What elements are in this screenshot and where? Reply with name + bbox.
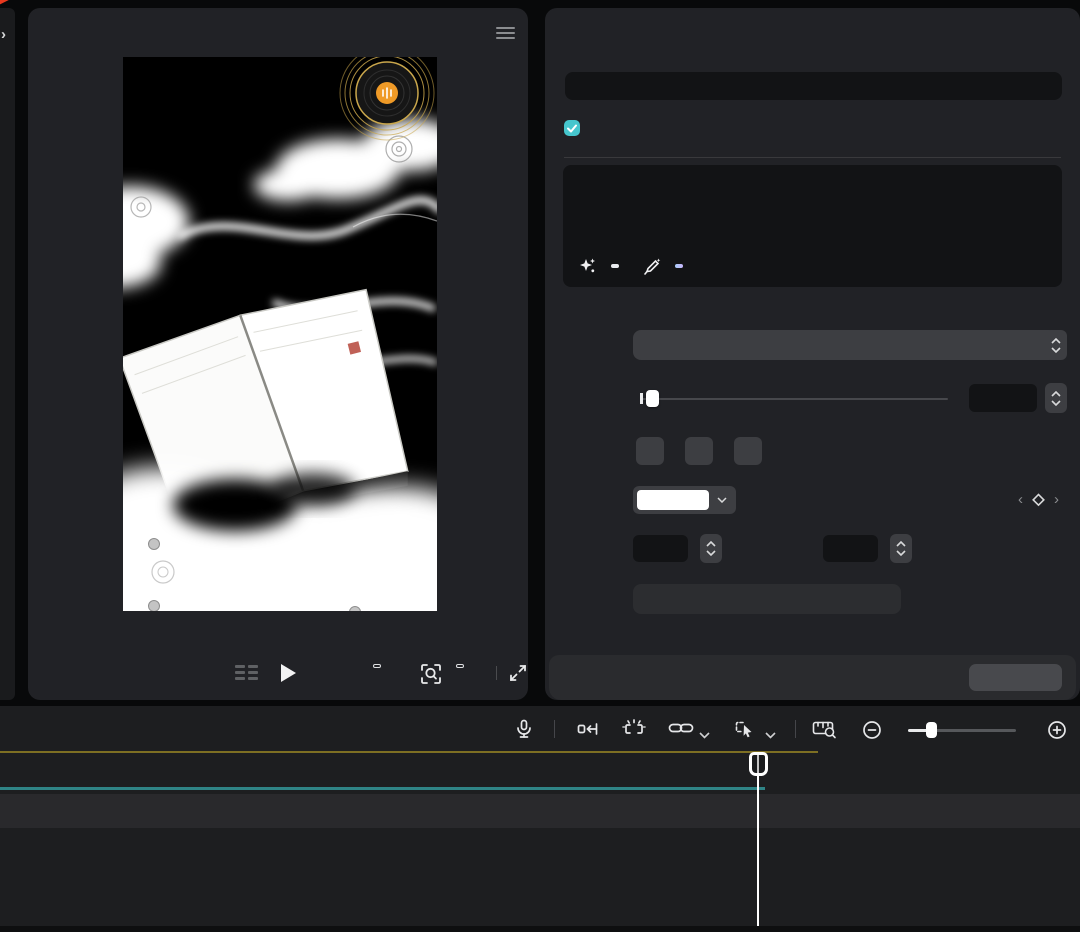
timeline-toolbar [0,706,1080,752]
line-spacing-stepper[interactable] [890,534,912,563]
zoom-in-icon[interactable] [1046,719,1068,741]
font-size-slider-track[interactable] [640,398,948,400]
pen-icon [643,257,661,275]
ink-wash-bottom [123,467,437,611]
timeline-panel [0,706,1080,932]
divider [496,666,497,680]
textbox-handle[interactable] [349,606,361,611]
sparkle-icon [579,257,597,275]
free-badge [611,264,619,268]
panel-footer [549,655,1076,700]
fullscreen-icon[interactable] [507,662,529,684]
player-panel [28,8,528,700]
font-size-stepper[interactable] [1045,383,1067,413]
link-icon[interactable] [668,721,694,735]
sub-tabs [565,72,1062,100]
player-controls [28,657,528,691]
color-swatch-white [637,490,709,510]
text-settings-panel: ‹ › [545,8,1080,700]
font-size-slider-handle[interactable] [646,390,659,407]
keyframe-diamond-icon[interactable] [1031,492,1046,507]
underline-button[interactable] [685,437,713,465]
microphone-icon[interactable] [514,719,534,739]
ratio-button[interactable] [456,664,464,668]
text-track[interactable] [0,794,1080,828]
app-root: › [0,0,1080,932]
frames-grid-icon[interactable] [234,664,260,682]
font-family-stepper[interactable] [1045,330,1067,360]
auto-gap-icon[interactable] [622,718,646,740]
alignment-group [633,584,901,614]
save-preset-button[interactable] [969,664,1062,691]
textbox-handle[interactable] [148,538,160,550]
prev-keyframe-icon[interactable]: ‹ [1018,491,1023,508]
letter-spacing-value[interactable] [633,535,688,562]
subtitle-text-editor[interactable] [563,165,1062,287]
apply-all-row[interactable] [564,120,588,136]
line-spacing-value[interactable] [823,535,878,562]
quality-button[interactable] [373,664,381,668]
checkbox-checked-icon[interactable] [564,120,580,136]
zoom-out-icon[interactable] [861,719,883,741]
zoom-slider-handle[interactable] [926,722,937,738]
timecode [51,665,63,681]
textbox-handle[interactable] [148,600,160,611]
ruler-zoom-icon[interactable] [812,719,838,739]
preview-art [123,57,437,611]
next-keyframe-icon[interactable]: › [1054,491,1059,508]
playhead-handle[interactable] [749,752,768,776]
textbox-rotate-handle[interactable] [402,551,409,577]
audio-track-collapsed[interactable] [0,787,765,790]
chevron-down-icon[interactable] [765,732,776,739]
snap-icon[interactable] [577,720,599,738]
letter-spacing-stepper[interactable] [700,534,722,563]
video-preview[interactable] [123,57,437,611]
font-size-value[interactable] [969,384,1037,412]
divider [564,157,1061,158]
bold-button[interactable] [636,437,664,465]
focus-zoom-icon[interactable] [419,662,443,686]
timeline-ruler[interactable] [0,752,1080,776]
slider-start-tick [640,393,643,404]
font-family-dropdown[interactable] [633,330,1057,360]
textbox-handle[interactable] [400,533,411,544]
color-picker[interactable] [633,486,736,514]
deep-think-badge [675,264,683,268]
collapsed-panel-strip[interactable]: › [0,8,15,700]
playhead-line[interactable] [757,752,759,926]
timeline-bottom-bar [0,926,1080,932]
cursor-select-icon[interactable] [734,719,756,739]
expand-panel-icon[interactable]: › [1,26,6,43]
italic-button[interactable] [734,437,762,465]
keyframe-nav: ‹ › [1018,491,1059,508]
chevron-down-icon[interactable] [699,732,710,739]
video-track[interactable] [0,838,1080,926]
play-button[interactable] [278,662,298,684]
player-header [28,8,528,52]
player-menu-icon[interactable] [496,24,515,42]
